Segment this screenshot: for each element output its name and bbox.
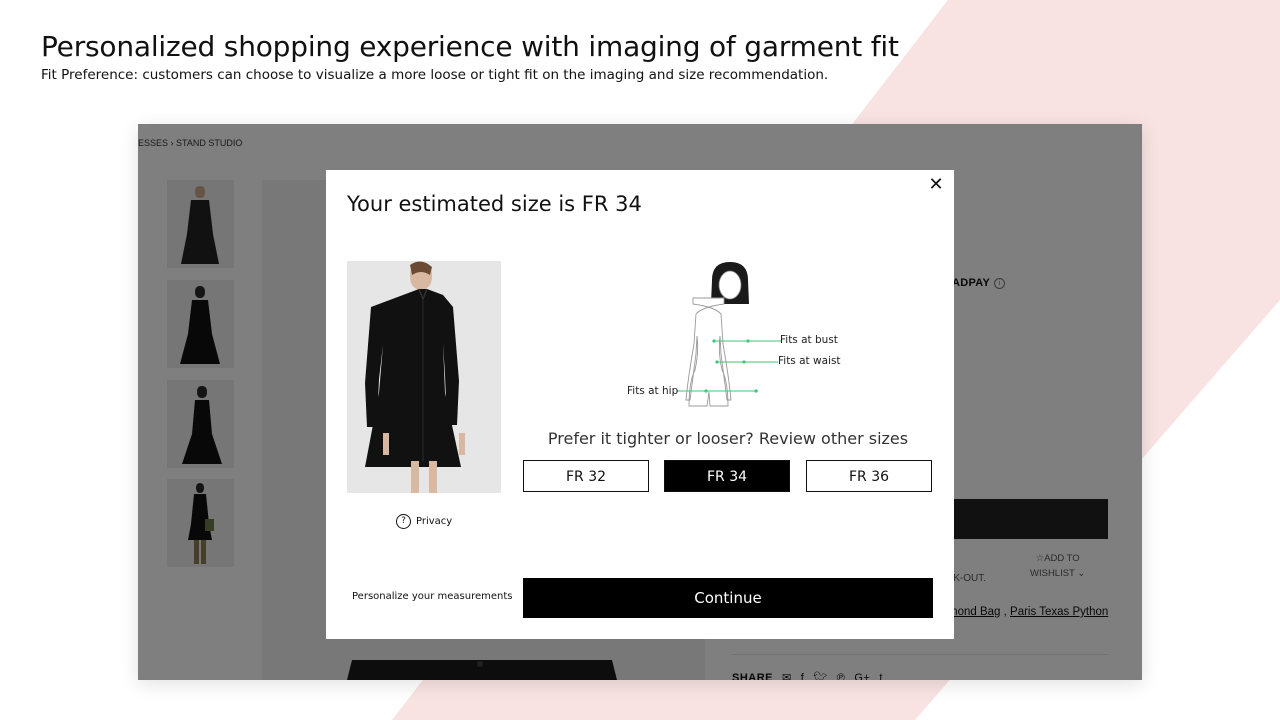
size-option-fr34[interactable]: FR 34 bbox=[664, 460, 790, 492]
fit-hip-label: Fits at hip bbox=[627, 385, 679, 397]
size-prompt: Prefer it tighter or looser? Review othe… bbox=[547, 429, 909, 448]
fit-waist-label: Fits at waist bbox=[778, 355, 841, 367]
continue-button[interactable]: Continue bbox=[523, 578, 933, 618]
modal-title: Your estimated size is FR 34 bbox=[347, 192, 642, 216]
personalize-measurements-link[interactable]: Personalize your measurements bbox=[352, 591, 513, 602]
close-icon[interactable]: ✕ bbox=[926, 176, 946, 196]
size-recommendation-modal: ✕ Your estimated size is FR 34 ? Privacy bbox=[326, 170, 954, 639]
fit-bust-label: Fits at bust bbox=[780, 334, 838, 346]
product-photo bbox=[347, 261, 501, 493]
size-option-fr32[interactable]: FR 32 bbox=[523, 460, 649, 492]
question-icon: ? bbox=[396, 514, 411, 529]
privacy-link[interactable]: ? Privacy bbox=[396, 514, 452, 529]
size-option-fr36[interactable]: FR 36 bbox=[806, 460, 932, 492]
slide-title: Personalized shopping experience with im… bbox=[41, 30, 899, 63]
fit-diagram: Fits at bust Fits at waist Fits at hip bbox=[616, 260, 846, 420]
slide-subtitle: Fit Preference: customers can choose to … bbox=[41, 67, 829, 83]
